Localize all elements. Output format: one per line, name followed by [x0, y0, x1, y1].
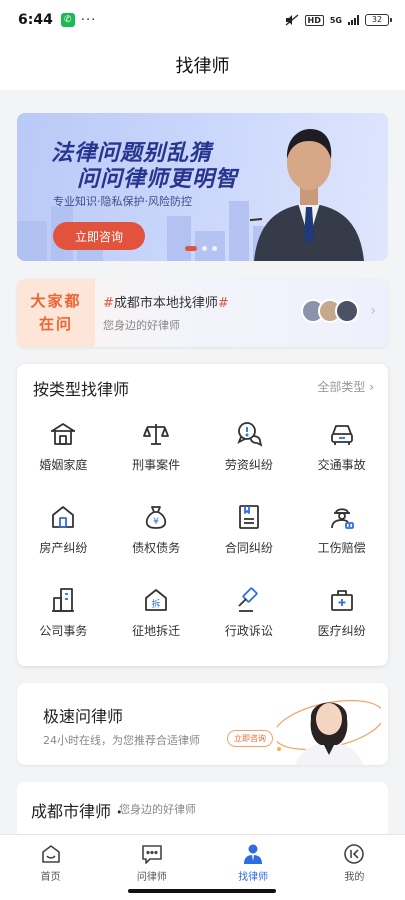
lawyer-avatars: [301, 299, 359, 323]
money-bag-icon: ¥: [145, 506, 167, 529]
category-company[interactable]: 公司事务: [17, 582, 110, 665]
banner-pagination: [185, 246, 217, 251]
hash-close: #: [217, 296, 229, 311]
status-bar: 6:44 ✆ ··· HD 5G 32: [0, 0, 405, 40]
category-contract[interactable]: 合同纠纷: [203, 499, 296, 582]
category-label: 刑事案件: [132, 458, 181, 472]
promo-badge: 大家都 在问: [17, 279, 95, 347]
category-traffic[interactable]: 交通事故: [295, 416, 388, 499]
page-title: 找律师: [175, 56, 230, 77]
banner-subtitle: 专业知识·隐私保护·风险防控: [53, 195, 192, 208]
worker-icon: [330, 508, 354, 529]
category-label: 医疗纠纷: [317, 624, 366, 638]
chevron-right-icon: ›: [370, 303, 376, 319]
tab-home[interactable]: 首页: [0, 835, 101, 900]
banner-title-line2: 问问律师更明智: [77, 167, 239, 192]
category-marriage-family[interactable]: 婚姻家庭: [17, 416, 110, 499]
category-injury[interactable]: 工伤赔偿: [295, 499, 388, 582]
svg-text:¥: ¥: [153, 517, 159, 527]
local-lawyers-title: 成都市律师 •: [31, 798, 123, 822]
more-dots-icon: ···: [80, 12, 97, 28]
local-lawyers-subtitle: 您身边的好律师: [119, 803, 196, 816]
local-lawyers-section: 成都市律师 • 您身边的好律师: [17, 782, 388, 842]
avatar: [335, 299, 359, 323]
promo-subtitle: 您身边的好律师: [103, 319, 180, 332]
pagination-dot[interactable]: [185, 246, 197, 251]
promo-badge-line1: 大家都: [30, 292, 82, 310]
category-label: 征地拆迁: [132, 624, 181, 638]
category-label: 债权债务: [132, 541, 181, 555]
house-heart-icon: [51, 423, 76, 445]
category-label: 劳资纠纷: [224, 458, 273, 472]
local-lawyers-title-text: 成都市律师: [31, 802, 112, 821]
tab-label: 问律师: [136, 872, 167, 883]
lawyer-person-icon: [244, 844, 263, 864]
battery-icon: 32: [365, 14, 392, 26]
local-lawyer-promo[interactable]: 大家都 在问 #成都市本地找律师# 您身边的好律师 ›: [17, 279, 388, 347]
lawyer-photo: [250, 129, 364, 261]
building-icon: [52, 588, 75, 612]
quick-ask-subtitle: 24小时在线，为您推荐合适律师: [43, 734, 200, 747]
demolish-house-icon: 拆: [145, 589, 168, 611]
pagination-dot[interactable]: [202, 246, 207, 251]
category-label: 工伤赔偿: [317, 541, 366, 555]
promo-badge-line2: 在问: [38, 315, 73, 333]
category-label: 合同纠纷: [224, 541, 273, 555]
svg-text:拆: 拆: [152, 598, 161, 610]
contract-icon: [238, 505, 259, 529]
tab-mine[interactable]: 我的: [304, 835, 405, 900]
consult-banner[interactable]: 法律问题别乱猜 问问律师更明智 专业知识·隐私保护·风险防控 立即咨询: [17, 113, 388, 261]
pagination-dot[interactable]: [212, 246, 217, 251]
category-medical[interactable]: 医疗纠纷: [295, 582, 388, 665]
quick-ask-title: 极速问律师: [43, 707, 124, 726]
lawyer-portrait-female: [277, 699, 381, 765]
category-label: 交通事故: [317, 458, 366, 472]
status-time: 6:44: [18, 12, 53, 28]
category-labor[interactable]: 劳资纠纷: [203, 416, 296, 499]
promo-title: #成都市本地找律师#: [103, 292, 229, 311]
signal-icon: [348, 15, 359, 25]
category-card: 按类型找律师 全部类型 › 婚姻家庭 刑事案件 劳资纠纷 交通事故 房产纠纷 ¥…: [17, 364, 388, 666]
medical-box-icon: [330, 590, 353, 611]
chat-dots-icon: [142, 845, 162, 864]
mute-icon: [285, 14, 298, 26]
category-label: 房产纠纷: [39, 541, 88, 555]
chevron-right-icon: ›: [369, 380, 374, 394]
quick-ask-card[interactable]: 极速问律师 24小时在线，为您推荐合适律师 立即咨询: [17, 683, 388, 765]
promo-title-text: 成都市本地找律师: [113, 296, 218, 311]
quick-ask-button[interactable]: 立即咨询: [227, 730, 273, 747]
hd-badge: HD: [304, 14, 324, 26]
all-types-label: 全部类型: [317, 380, 366, 394]
category-label: 公司事务: [39, 624, 88, 638]
banner-consult-button[interactable]: 立即咨询: [53, 222, 145, 250]
home-smile-icon: [41, 845, 60, 863]
all-types-link[interactable]: 全部类型 ›: [317, 378, 374, 395]
category-label: 婚姻家庭: [39, 458, 88, 472]
status-indicators: HD 5G 32: [285, 14, 392, 26]
category-demolition[interactable]: 拆 征地拆迁: [110, 582, 203, 665]
home-icon: [52, 506, 75, 528]
home-indicator: [128, 889, 276, 893]
tab-label: 我的: [344, 872, 365, 883]
tab-label: 找律师: [238, 872, 269, 883]
category-criminal[interactable]: 刑事案件: [110, 416, 203, 499]
network-label: 5G: [329, 15, 342, 25]
chat-alert-icon: [237, 422, 263, 447]
profile-circle-icon: [344, 844, 365, 864]
phone-call-icon: ✆: [60, 13, 75, 27]
scales-icon: [143, 424, 170, 445]
car-icon: [330, 425, 353, 445]
gavel-icon: [238, 587, 258, 612]
category-administrative[interactable]: 行政诉讼: [203, 582, 296, 665]
category-debt[interactable]: ¥ 债权债务: [110, 499, 203, 582]
category-grid: 婚姻家庭 刑事案件 劳资纠纷 交通事故 房产纠纷 ¥ 债权债务 合同纠纷 工伤赔: [17, 416, 388, 665]
category-property[interactable]: 房产纠纷: [17, 499, 110, 582]
nav-bar: 找律师: [0, 40, 405, 90]
category-heading: 按类型找律师: [33, 380, 130, 399]
hash-open: #: [103, 296, 114, 311]
category-label: 行政诉讼: [224, 624, 273, 638]
tab-label: 首页: [40, 872, 61, 883]
